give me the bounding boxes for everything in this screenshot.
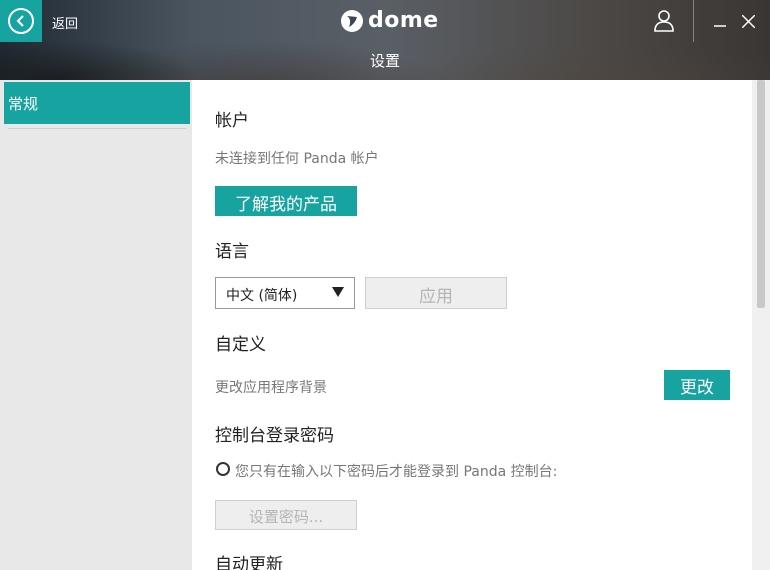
title-bar: 返回 dome 设置 (0, 0, 770, 80)
close-icon (741, 14, 755, 28)
sidebar-item-general[interactable]: 常规 (4, 82, 190, 124)
set-password-button[interactable]: 设置密码... (215, 500, 357, 530)
account-status: 未连接到任何 Panda 帐户 (215, 151, 379, 167)
window-controls-divider (693, 0, 694, 42)
page-title: 设置 (369, 52, 400, 70)
language-selected-value: 中文 (简体) (226, 288, 298, 304)
learn-products-button[interactable]: 了解我的产品 (215, 186, 357, 216)
panda-logo-icon (341, 9, 363, 32)
console-password-title: 控制台登录密码 (215, 426, 334, 446)
back-label[interactable]: 返回 (52, 13, 78, 32)
user-icon[interactable] (654, 10, 674, 36)
customize-description: 更改应用程序背景 (215, 380, 327, 396)
apply-language-button[interactable]: 应用 (365, 277, 507, 309)
minimize-icon (714, 25, 726, 27)
logo-text: dome (368, 8, 439, 33)
account-title: 帐户 (215, 111, 249, 131)
customize-title: 自定义 (215, 335, 266, 355)
password-option-label: 您只有在输入以下密码后才能登录到 Panda 控制台: (235, 464, 558, 480)
app-logo: dome (340, 8, 439, 33)
minimize-button[interactable] (708, 10, 732, 32)
sidebar-divider (8, 128, 186, 129)
password-option-radio[interactable] (216, 462, 230, 476)
language-title: 语言 (215, 242, 249, 262)
chevron-left-icon (8, 8, 34, 34)
back-button[interactable] (0, 0, 42, 42)
scrollbar-thumb[interactable] (757, 80, 765, 308)
sidebar: 常规 (0, 80, 192, 570)
close-button[interactable] (736, 10, 760, 32)
change-background-button[interactable]: 更改 (664, 370, 730, 400)
language-select[interactable]: 中文 (简体) (215, 277, 355, 309)
dropdown-arrow-icon (332, 287, 344, 297)
auto-update-title: 自动更新 (215, 555, 283, 570)
